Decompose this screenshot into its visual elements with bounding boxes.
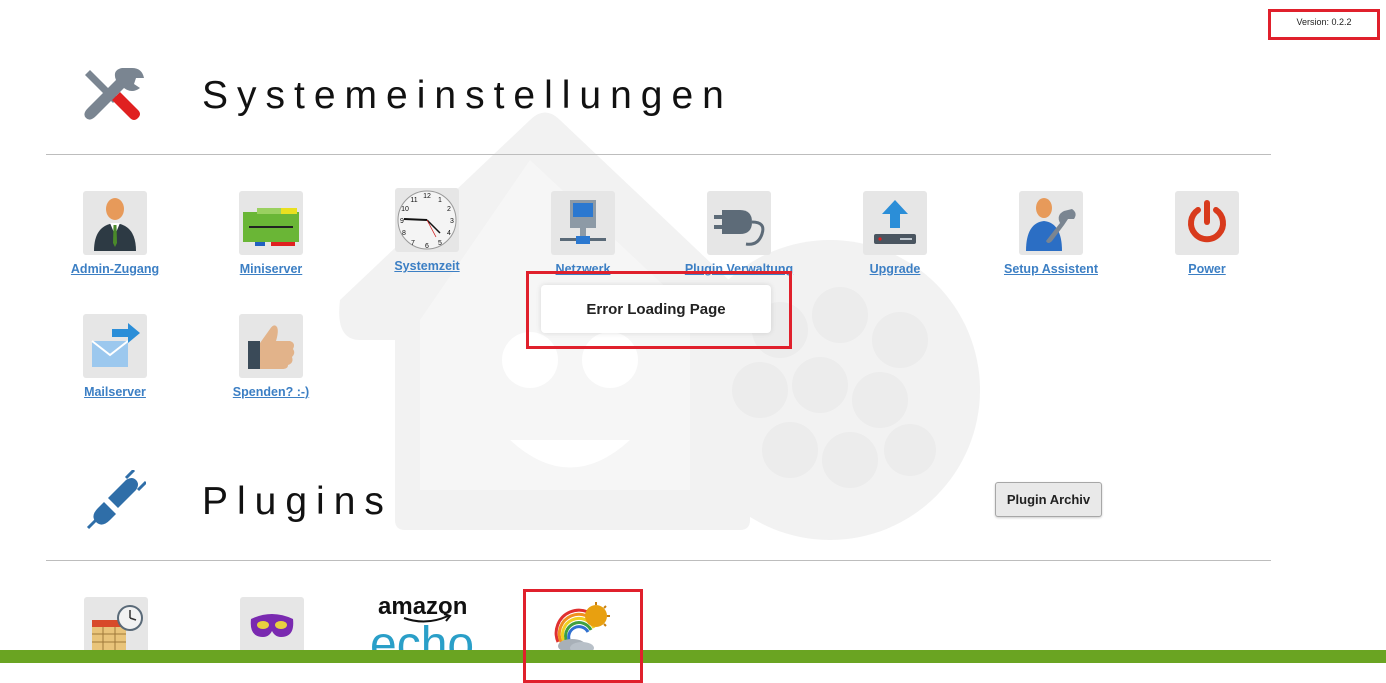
svg-text:11: 11 [410,197,417,204]
setup-wizard-icon [1026,198,1076,251]
tile-label: Systemzeit [394,259,460,273]
amazon-logo-text: amazon [378,593,467,620]
plugin-archiv-button[interactable]: Plugin Archiv [995,482,1102,517]
svg-text:2: 2 [447,206,451,213]
section-divider [46,560,1271,561]
plugin-plug-icon [86,470,146,530]
tile-label: Mailserver [84,385,146,399]
svg-text:3: 3 [450,218,454,225]
power-tile[interactable]: Power [1132,191,1282,276]
network-computer-icon [560,200,606,244]
plugins-title: Plugins [202,480,393,523]
error-highlight-frame [526,271,792,349]
plugin-amazon-echo-tile[interactable]: amazon echo [370,592,484,652]
svg-text:12: 12 [423,193,431,200]
version-label: Version: 0.2.2 [1268,9,1380,40]
netzwerk-tile[interactable]: Netzwerk [508,191,658,276]
plugin-verwaltung-tile[interactable]: Plugin Verwaltung [664,191,814,276]
tools-wrench-screwdriver-icon [84,68,144,120]
system-settings-title: Systemeinstellungen [202,74,733,117]
svg-text:1: 1 [438,197,442,204]
svg-text:10: 10 [401,206,409,213]
upgrade-arrow-icon [874,200,916,244]
systemzeit-tile[interactable]: 12 1 2 3 45 6 78 9 10 11 Systemzeit [352,188,502,273]
amazon-echo-logo: amazon echo [370,593,474,652]
plugin-calendar-tile[interactable] [84,597,148,657]
power-icon [1188,200,1226,243]
mail-icon [91,323,140,367]
clock-icon: 12 12 3 45 6 78 9 1011 [397,190,457,250]
calendar-clock-icon [92,605,143,650]
svg-text:4: 4 [447,230,451,237]
tile-label: Miniserver [239,262,303,276]
echo-logo-text: echo [370,618,474,652]
tile-label: Admin-Zugang [70,262,160,276]
svg-text:7: 7 [411,240,415,247]
mailserver-tile[interactable]: Mailserver [40,314,190,399]
svg-text:5: 5 [438,240,442,247]
tile-label: Spenden? :-) [232,385,310,399]
weather-highlight-frame [523,589,643,683]
svg-text:9: 9 [400,218,404,225]
spenden-tile[interactable]: Spenden? :-) [196,314,346,399]
plugin-mask-tile[interactable] [240,597,304,657]
tile-label: Setup Assistent [1003,262,1098,276]
mask-icon [250,614,294,637]
tile-label: Upgrade [869,262,921,276]
miniserver-tile[interactable]: Miniserver [196,191,346,276]
upgrade-tile[interactable]: Upgrade [820,191,970,276]
miniserver-icon [243,208,299,246]
admin-user-icon [94,198,136,251]
svg-text:8: 8 [402,230,406,237]
footer-bar [0,650,1386,663]
svg-text:6: 6 [425,243,429,250]
tile-label: Power [1188,262,1226,276]
thumbs-up-icon [248,325,295,369]
plug-icon [714,210,765,246]
admin-zugang-tile[interactable]: Admin-Zugang [40,191,190,276]
setup-assistent-tile[interactable]: Setup Assistent [976,191,1126,276]
section-divider [46,154,1271,155]
